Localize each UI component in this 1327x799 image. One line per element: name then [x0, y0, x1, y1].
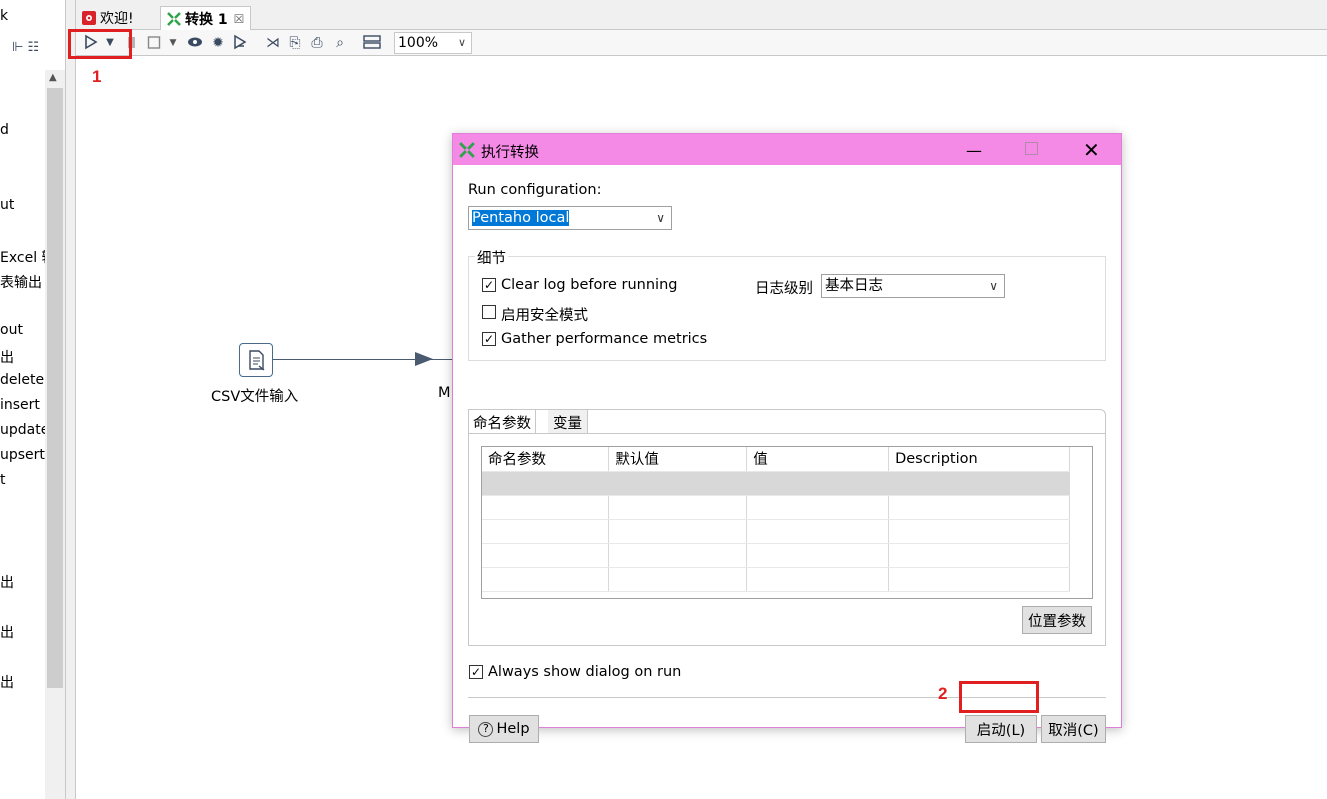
column-header-description[interactable]: Description: [888, 447, 1070, 472]
left-palette-panel: k ⊩ ☷ d ut Excel 输 表输出 out 出 delete inse…: [0, 0, 66, 799]
tab-welcome-label: 欢迎!: [100, 11, 134, 27]
clear-log-checkbox[interactable]: ✓: [482, 278, 496, 292]
help-button-label: Help: [496, 721, 530, 737]
help-icon: ?: [478, 721, 494, 737]
chevron-down-icon: ∨: [989, 279, 998, 293]
csv-input-step-label: CSV文件输入: [211, 389, 299, 405]
perf-metrics-checkbox[interactable]: ✓: [482, 332, 496, 346]
run-config-select[interactable]: Pentaho local ∨: [468, 206, 672, 230]
details-group-title: 细节: [475, 247, 508, 268]
stop-dropdown-icon[interactable]: ▼: [164, 34, 182, 52]
highlight-box-launch: [959, 681, 1039, 713]
tab-divider: [469, 433, 1105, 434]
scrollbar-thumb[interactable]: [47, 88, 63, 688]
table-row[interactable]: [482, 543, 1070, 568]
palette-item[interactable]: d: [0, 122, 9, 138]
position-params-button[interactable]: 位置参数: [1022, 606, 1092, 634]
verify-icon[interactable]: ⋊: [264, 34, 282, 52]
log-level-value: 基本日志: [825, 278, 883, 294]
column-header-value[interactable]: 值: [746, 447, 890, 472]
annotation-number: 2: [938, 684, 948, 703]
tree-view-icon[interactable]: ⊩ ☷: [12, 40, 39, 55]
log-level-select[interactable]: 基本日志 ∨: [821, 274, 1005, 298]
editor-toolbar: ▼ ▼ ✹ ⋊ ⎘ ⎙ ⌕ 100% ∨: [76, 30, 1327, 56]
explore-db-icon[interactable]: ⌕: [331, 34, 349, 52]
tab-transformation[interactable]: 转换 1 ☒: [160, 6, 252, 30]
launch-button[interactable]: 启动(L): [965, 715, 1037, 743]
help-button[interactable]: ? Help: [469, 715, 539, 743]
log-level-label: 日志级别: [755, 281, 813, 297]
panel-divider[interactable]: [66, 0, 76, 799]
cancel-button[interactable]: 取消(C): [1041, 715, 1106, 743]
palette-item[interactable]: k: [0, 8, 8, 24]
tab-variables[interactable]: 变量: [548, 410, 588, 433]
tab-transformation-label: 转换 1: [185, 11, 228, 28]
debug-bug-icon[interactable]: ✹: [209, 34, 227, 52]
palette-item[interactable]: 出: [0, 347, 14, 367]
dialog-titlebar[interactable]: 执行转换 — ✕: [453, 134, 1121, 165]
palette-item[interactable]: update: [0, 422, 49, 438]
palette-item[interactable]: 表输出: [0, 272, 42, 292]
execute-transformation-dialog: 执行转换 — ✕ Run configuration: Pentaho loca…: [452, 133, 1122, 743]
sql-icon[interactable]: ⎙: [308, 34, 326, 52]
chevron-down-icon: ∨: [457, 36, 466, 49]
table-row[interactable]: [482, 471, 1070, 496]
annotation-number: 1: [92, 67, 102, 86]
clear-log-label: Clear log before running: [501, 277, 678, 293]
zoom-select[interactable]: 100% ∨: [394, 32, 472, 54]
table-row[interactable]: [482, 519, 1070, 544]
palette-item[interactable]: insert: [0, 397, 40, 413]
palette-item[interactable]: ut: [0, 197, 14, 213]
dialog-body: Run configuration: Pentaho local ∨ 细节 ✓ …: [453, 165, 1121, 743]
replay-icon[interactable]: [231, 34, 249, 52]
column-header-name[interactable]: 命名参数: [482, 447, 610, 472]
close-icon[interactable]: ✕: [1083, 138, 1100, 162]
close-tab-icon[interactable]: ☒: [234, 12, 245, 26]
dialog-title: 执行转换: [481, 145, 539, 161]
tab-named-params[interactable]: 命名参数: [469, 410, 536, 433]
editor-tabbar: 欢迎! 转换 1 ☒: [76, 0, 1327, 30]
csv-input-step-icon[interactable]: [239, 343, 273, 377]
chevron-down-icon: ∨: [656, 211, 665, 225]
pentaho-icon: [82, 11, 96, 25]
hop-arrow-icon: [415, 352, 435, 370]
palette-item[interactable]: t: [0, 472, 6, 488]
safe-mode-label: 启用安全模式: [501, 308, 588, 324]
run-config-label: Run configuration:: [468, 182, 602, 198]
safe-mode-checkbox[interactable]: [482, 305, 496, 319]
run-config-value: Pentaho local: [472, 210, 570, 226]
always-show-checkbox[interactable]: ✓: [469, 665, 483, 679]
zoom-value: 100%: [398, 35, 439, 51]
table-row[interactable]: [482, 567, 1070, 592]
palette-scrollbar[interactable]: ▲: [45, 70, 65, 799]
always-show-label: Always show dialog on run: [488, 664, 682, 680]
palette-item[interactable]: 出: [0, 672, 14, 692]
show-results-icon[interactable]: [363, 34, 381, 52]
minimize-icon[interactable]: —: [966, 141, 982, 160]
palette-item[interactable]: 出: [0, 622, 14, 642]
table-row[interactable]: [482, 495, 1070, 520]
transformation-icon: [167, 11, 181, 26]
impact-icon[interactable]: ⎘: [286, 34, 304, 52]
perf-metrics-label: Gather performance metrics: [501, 331, 708, 347]
highlight-box-run: [68, 29, 132, 59]
tab-welcome[interactable]: 欢迎!: [76, 6, 140, 30]
column-header-default[interactable]: 默认值: [608, 447, 748, 472]
transformation-icon: [459, 142, 475, 162]
maximize-icon[interactable]: [1025, 142, 1038, 155]
palette-item[interactable]: upsert: [0, 447, 45, 463]
palette-item[interactable]: 出: [0, 572, 14, 592]
palette-item[interactable]: out: [0, 322, 23, 338]
step-partial-label: M: [438, 385, 451, 401]
scroll-up-icon[interactable]: ▲: [49, 72, 57, 83]
params-table[interactable]: 命名参数 默认值 值 Description: [481, 446, 1093, 599]
preview-eye-icon[interactable]: [186, 34, 204, 52]
stop-icon[interactable]: [145, 34, 163, 52]
palette-item[interactable]: delete: [0, 372, 44, 388]
